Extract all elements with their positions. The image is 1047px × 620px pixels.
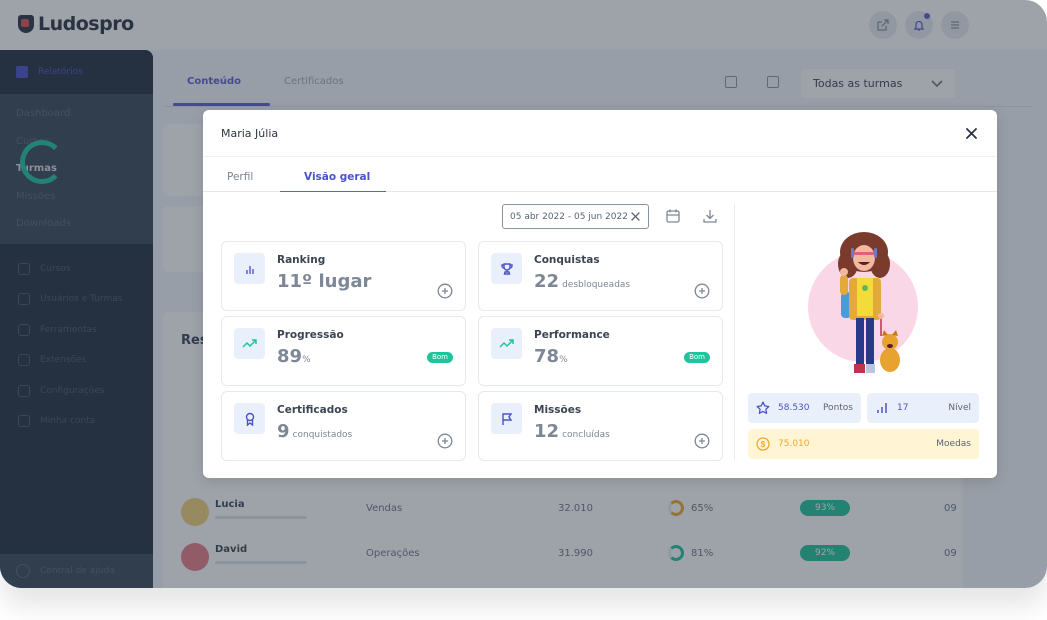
card-label: Ranking — [277, 254, 326, 266]
user-avatar-illustration — [800, 230, 924, 380]
calendar-icon[interactable] — [665, 208, 681, 224]
tab-perfil[interactable]: Perfil — [227, 171, 253, 183]
card-value: 78% — [534, 346, 568, 367]
card-number: 9 — [277, 421, 290, 442]
modal-tabs: Perfil Visão geral — [203, 157, 997, 192]
tab-visao-geral[interactable]: Visão geral — [304, 171, 370, 183]
panel-divider — [734, 204, 735, 460]
user-details-modal: Maria Júlia Perfil Visão geral 05 abr 20… — [203, 110, 997, 478]
certificados-card: Certificados 9 conquistados — [221, 391, 466, 461]
coin-icon: $ — [756, 437, 770, 451]
level-label: Nível — [948, 403, 971, 413]
conquistas-card: Conquistas 22 desbloqueadas — [478, 241, 723, 311]
modal-header: Maria Júlia — [203, 110, 997, 157]
trend-up-icon — [241, 338, 257, 348]
card-label: Performance — [534, 329, 610, 341]
card-value: 22 desbloqueadas — [534, 271, 630, 292]
expand-plus-icon[interactable] — [437, 283, 453, 299]
card-value: 9 conquistados — [277, 421, 352, 442]
ranking-card: Ranking 11º lugar — [221, 241, 466, 311]
card-number: 22 — [534, 271, 560, 292]
expand-plus-icon[interactable] — [694, 433, 710, 449]
card-number: 78 — [534, 346, 560, 367]
modal-title: Maria Júlia — [221, 126, 279, 140]
level-stat: 17 Nível — [867, 393, 979, 423]
card-unit: concluídas — [562, 430, 610, 440]
card-label: Progressão — [277, 329, 344, 341]
points-stat: 58.530 Pontos — [748, 393, 861, 423]
card-value: 89% — [277, 346, 311, 367]
card-label: Missões — [534, 404, 582, 416]
points-label: Pontos — [822, 403, 853, 413]
expand-plus-icon[interactable] — [437, 433, 453, 449]
card-value: 11º lugar — [277, 271, 372, 292]
missoes-card: Missões 12 concluídas — [478, 391, 723, 461]
character-illustration — [838, 232, 900, 373]
performance-card: Performance 78% Bom — [478, 316, 723, 386]
flag-icon — [501, 412, 512, 425]
star-icon — [756, 401, 770, 414]
coins-label: Moedas — [936, 439, 971, 449]
card-number: 89 — [277, 346, 303, 367]
active-tab-indicator — [280, 190, 386, 192]
card-unit: % — [302, 355, 311, 365]
coins-value: 75.010 — [778, 439, 810, 449]
progressao-card: Progressão 89% Bom — [221, 316, 466, 386]
bar-chart-icon — [245, 265, 254, 274]
card-unit: conquistados — [292, 430, 353, 440]
expand-plus-icon[interactable] — [694, 283, 710, 299]
close-button[interactable] — [963, 125, 979, 141]
card-unit: % — [559, 355, 568, 365]
status-badge: Bom — [684, 352, 710, 363]
card-label: Certificados — [277, 404, 348, 416]
level-bars-icon — [877, 403, 887, 413]
coins-stat: $ 75.010 Moedas — [748, 429, 979, 459]
card-number: 12 — [534, 421, 560, 442]
status-badge: Bom — [427, 352, 453, 363]
download-icon[interactable] — [702, 208, 718, 224]
level-value: 17 — [897, 403, 909, 413]
app-window: Ludospro Relatórios Dashboard Cursos Tur… — [0, 0, 1047, 588]
trend-up-icon — [498, 338, 514, 348]
card-label: Conquistas — [534, 254, 600, 266]
date-range-field[interactable]: 05 abr 2022 - 05 jun 2022 — [502, 204, 649, 229]
date-range-value: 05 abr 2022 - 05 jun 2022 — [510, 211, 628, 222]
clear-date-icon[interactable] — [631, 212, 640, 221]
ribbon-award-icon — [245, 412, 254, 426]
trophy-icon — [500, 262, 513, 275]
close-icon — [965, 127, 977, 139]
card-unit: desbloqueadas — [562, 280, 631, 290]
svg-text:$: $ — [761, 440, 766, 449]
card-value: 12 concluídas — [534, 421, 610, 442]
points-value: 58.530 — [778, 403, 810, 413]
